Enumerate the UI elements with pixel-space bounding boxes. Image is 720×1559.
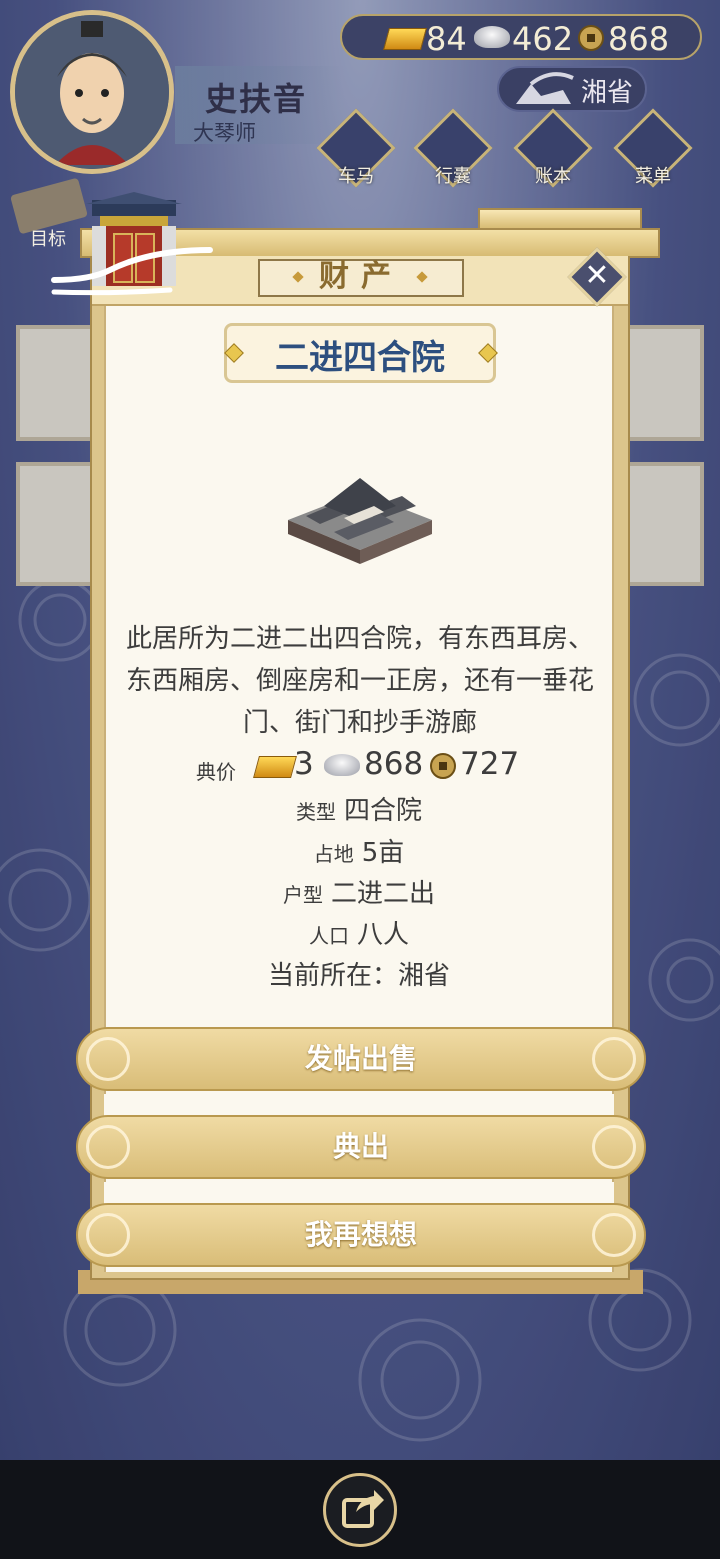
type-key: 类型 [295,800,336,824]
layout-value: 二进二出 [330,879,435,909]
layout-row: 户型 二进二出 [104,873,614,910]
ledger-label: 账本 [535,166,571,187]
cancel-button[interactable]: 我再想想 [76,1203,646,1267]
player-avatar[interactable] [10,10,174,174]
sell-button[interactable]: 发帖出售 [76,1027,646,1091]
type-row: 类型 四合院 [104,790,614,827]
layout-key: 户型 [282,883,323,907]
price-row: 典价 3 868 727 [196,744,536,786]
modal-roof-corner [478,208,642,230]
bag-button[interactable]: 行囊 [413,108,493,190]
location-label: 湘省 [581,78,634,108]
location-button[interactable]: 湘省 [497,66,647,112]
copper-coin-icon [430,753,456,779]
carriage-button[interactable]: 车马 [316,108,396,190]
copper-coin-icon [578,25,604,51]
menu-button[interactable]: 菜单 [613,108,693,190]
area-value: 5亩 [361,838,405,868]
copper-amount: 868 [608,20,670,58]
share-icon [342,1490,384,1528]
population-key: 人口 [308,924,349,948]
area-row: 占地 5亩 [104,832,614,869]
population-value: 八人 [356,920,409,950]
gold-amount: 84 [426,20,467,58]
current-location-text: 当前所在：湘省 [267,961,450,991]
menu-label: 菜单 [635,166,671,187]
player-name: 史扶音 [205,80,308,118]
gold-ingot-icon [383,28,427,50]
price-label: 典价 [196,760,236,784]
silver-ingot-icon [474,26,510,48]
gold-ingot-icon [253,756,297,778]
current-location: 当前所在：湘省 [104,955,614,992]
price-silver: 868 [364,746,424,782]
price-gold: 3 [294,746,314,782]
pawn-button[interactable]: 典出 [76,1115,646,1179]
sell-button-label: 发帖出售 [304,1042,417,1075]
carriage-label: 车马 [338,166,374,187]
property-name: 二进四合院 [275,338,445,378]
property-description: 此居所为二进二出四合院，有东西耳房、东西厢房、倒座房和一正房，还有一垂花门、街门… [125,624,594,738]
population-row: 人口 八人 [104,914,614,951]
portrait-icon [15,15,169,169]
courtyard-house-icon [288,478,432,564]
cancel-button-label: 我再想想 [304,1218,417,1251]
player-title: 大琴师 [193,121,256,145]
close-icon[interactable]: ✕ [576,255,618,297]
currency-bar: 84 462 868 [340,14,702,60]
silver-ingot-icon [324,754,360,776]
price-copper: 727 [460,746,520,782]
map-icon [516,72,574,104]
bag-label: 行囊 [435,166,471,187]
cloud-ornament [51,247,213,296]
share-button[interactable] [323,1473,397,1547]
area-key: 占地 [313,842,354,866]
ledger-button[interactable]: 账本 [513,108,593,190]
pawn-button-label: 典出 [332,1130,389,1163]
silver-amount: 462 [512,20,574,58]
modal-title: 财产 [319,259,403,294]
type-value: 四合院 [343,796,422,826]
